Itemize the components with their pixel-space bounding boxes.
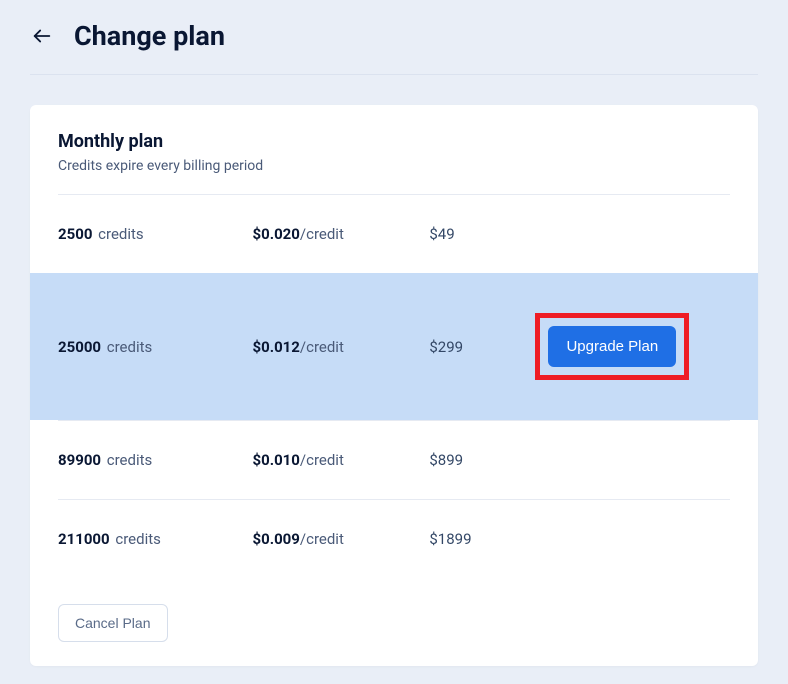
plan-rate: $0.009/credit [253,530,430,548]
upgrade-plan-button[interactable]: Upgrade Plan [548,326,676,367]
plan-credits: 89900 credits [58,451,253,469]
credits-unit: credits [115,530,161,548]
plan-credits: 211000 credits [58,530,253,548]
plan-row[interactable]: 2500 credits $0.020/credit $49 [30,195,758,273]
plan-credits: 2500 credits [58,225,253,243]
plan-row[interactable]: 89900 credits $0.010/credit $899 [30,421,758,499]
credits-value: 25000 [58,338,101,356]
plan-rate: $0.010/credit [253,451,430,469]
rate-per: /credit [300,530,344,548]
plan-total: $1899 [429,530,535,548]
credits-unit: credits [98,225,144,243]
credits-value: 211000 [58,530,110,548]
rate-price: $0.010 [253,451,300,469]
rate-per: /credit [300,225,344,243]
page-title: Change plan [74,20,225,52]
credits-unit: credits [107,338,153,356]
plan-row[interactable]: 25000 credits $0.012/credit $299 Upgrade… [30,273,758,420]
rate-price: $0.012 [253,338,300,356]
credits-value: 2500 [58,225,92,243]
plan-card: Monthly plan Credits expire every billin… [30,105,758,666]
rate-price: $0.009 [253,530,300,548]
upgrade-highlight-box: Upgrade Plan [535,313,689,380]
credits-unit: credits [107,451,153,469]
cancel-plan-button[interactable]: Cancel Plan [58,604,168,642]
back-arrow-icon[interactable] [30,24,54,48]
rate-price: $0.020 [253,225,300,243]
rate-per: /credit [300,451,344,469]
plan-total: $49 [429,225,535,243]
plan-row[interactable]: 211000 credits $0.009/credit $1899 [30,500,758,578]
plan-total: $899 [429,451,535,469]
plan-rate: $0.020/credit [253,225,430,243]
rate-per: /credit [300,338,344,356]
plan-total: $299 [429,338,535,356]
plan-rate: $0.012/credit [253,338,430,356]
credits-value: 89900 [58,451,101,469]
plan-credits: 25000 credits [58,338,253,356]
plan-subtitle: Credits expire every billing period [58,158,730,174]
plan-title: Monthly plan [58,131,730,152]
card-header: Monthly plan Credits expire every billin… [30,105,758,194]
plan-action: Upgrade Plan [535,313,730,380]
header-divider [30,74,758,75]
page-header: Change plan [0,0,788,74]
